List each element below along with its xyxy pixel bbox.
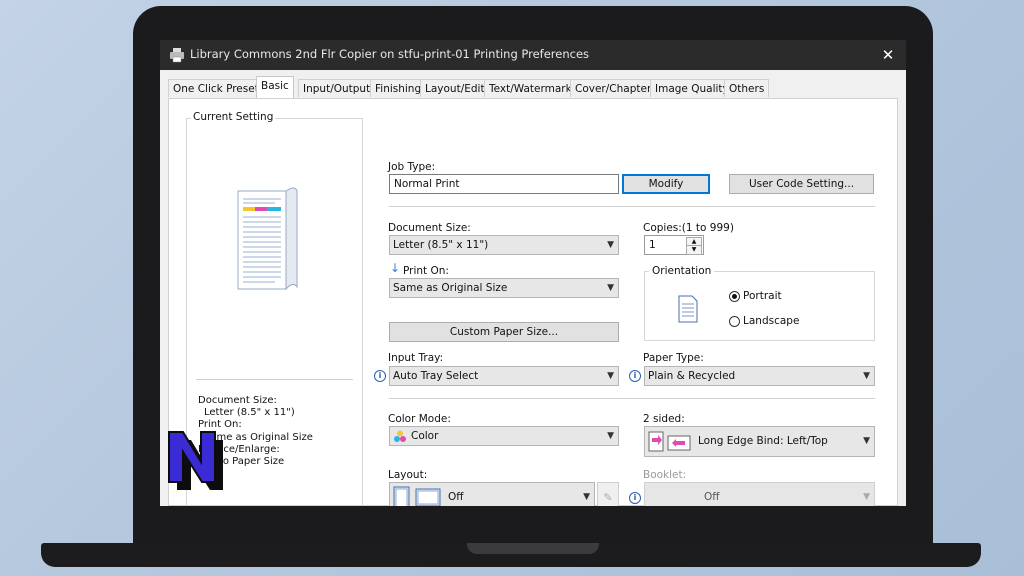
printing-preferences-window: Library Commons 2nd Flr Copier on stfu-p…	[160, 40, 906, 506]
landscape-label: Landscape	[743, 315, 800, 327]
current-setting-divider	[196, 379, 353, 380]
tab-text-watermark[interactable]: Text/Watermark	[484, 79, 577, 97]
section-divider	[389, 398, 875, 399]
layout-edit-button[interactable]: ✎	[597, 482, 619, 506]
tab-cover-chapter[interactable]: Cover/Chapter	[570, 79, 657, 97]
layout-pages-icon	[393, 486, 441, 506]
modify-button[interactable]: Modify	[622, 174, 710, 194]
document-size-value: Letter (8.5" x 11")	[393, 239, 489, 251]
chevron-down-icon: ▼	[863, 436, 870, 446]
paper-type-select[interactable]: Plain & Recycled ▼	[644, 366, 875, 386]
current-setting-line: Document Size:	[198, 395, 277, 406]
booklet-label: Booklet:	[643, 469, 687, 481]
layout-select[interactable]: Off ▼	[389, 482, 595, 506]
portrait-page-icon	[678, 295, 698, 323]
down-arrow-icon: ↓	[390, 261, 401, 275]
duplex-bind-icon	[648, 431, 691, 452]
color-mode-value: Color	[411, 430, 439, 442]
paper-type-label: Paper Type:	[643, 352, 704, 364]
custom-paper-size-button[interactable]: Custom Paper Size...	[389, 322, 619, 342]
tab-others[interactable]: Others	[724, 79, 770, 97]
booklet-value: Off	[704, 491, 720, 503]
channel-logo	[168, 431, 223, 490]
tab-layout-edit[interactable]: Layout/Edit	[420, 79, 490, 97]
input-tray-value: Auto Tray Select	[393, 370, 479, 382]
job-type-label: Job Type:	[388, 161, 436, 173]
chevron-down-icon: ▼	[607, 371, 614, 381]
booklet-select[interactable]: Off ▼	[644, 482, 875, 506]
printer-icon	[170, 48, 184, 63]
info-icon[interactable]: i	[374, 370, 386, 382]
basic-tab-panel: Current Setting Document Size: Letter (8…	[168, 98, 898, 506]
tab-input-output[interactable]: Input/Output	[298, 79, 376, 97]
chevron-down-icon: ▼	[583, 492, 590, 502]
tab-basic[interactable]: Basic	[256, 76, 294, 98]
two-sided-select[interactable]: Long Edge Bind: Left/Top ▼	[644, 426, 875, 457]
orientation-label: Orientation	[649, 265, 715, 277]
copies-stepper[interactable]: 1 ▲ ▼	[644, 235, 704, 255]
input-tray-select[interactable]: Auto Tray Select ▼	[389, 366, 619, 386]
paper-type-value: Plain & Recycled	[648, 370, 736, 382]
color-mode-select[interactable]: Color ▼	[389, 426, 619, 446]
document-size-select[interactable]: Letter (8.5" x 11") ▼	[389, 235, 619, 255]
chevron-down-icon: ▼	[607, 240, 614, 250]
current-setting-heading: Current Setting	[191, 111, 276, 123]
tab-finishing[interactable]: Finishing	[370, 79, 427, 97]
tab-strip: One Click Presets Basic Input/Output Fin…	[168, 76, 898, 98]
color-dots-icon	[394, 430, 406, 442]
window-title: Library Commons 2nd Flr Copier on stfu-p…	[190, 47, 590, 61]
chevron-down-icon: ▼	[607, 283, 614, 293]
title-bar: Library Commons 2nd Flr Copier on stfu-p…	[160, 40, 906, 70]
two-sided-value: Long Edge Bind: Left/Top	[698, 435, 828, 447]
copies-value: 1	[649, 239, 656, 251]
print-on-label: Print On:	[403, 265, 449, 277]
close-button[interactable]: ✕	[876, 43, 900, 67]
job-type-field[interactable]: Normal Print	[389, 174, 619, 194]
chevron-down-icon: ▼	[863, 492, 870, 502]
color-mode-label: Color Mode:	[388, 413, 451, 425]
user-code-setting-button[interactable]: User Code Setting...	[729, 174, 874, 194]
document-size-label: Document Size:	[388, 222, 471, 234]
tab-one-click-presets[interactable]: One Click Presets	[168, 79, 270, 97]
print-on-select[interactable]: Same as Original Size ▼	[389, 278, 619, 298]
layout-value: Off	[448, 491, 464, 503]
portrait-radio[interactable]	[729, 291, 740, 302]
current-setting-line: Letter (8.5" x 11")	[204, 407, 295, 418]
copies-label: Copies:(1 to 999)	[643, 222, 734, 234]
portrait-label: Portrait	[743, 290, 782, 302]
input-tray-label: Input Tray:	[388, 352, 444, 364]
chevron-down-icon: ▼	[607, 431, 614, 441]
document-preview-icon	[237, 187, 298, 291]
two-sided-label: 2 sided:	[643, 413, 685, 425]
section-divider	[389, 206, 875, 207]
tab-image-quality[interactable]: Image Quality	[650, 79, 734, 97]
landscape-radio[interactable]	[729, 316, 740, 327]
laptop-notch	[467, 543, 599, 554]
info-icon[interactable]: i	[629, 370, 641, 382]
current-setting-line: Print On:	[198, 419, 242, 430]
stepper-down-icon[interactable]: ▼	[686, 245, 702, 255]
info-icon[interactable]: i	[629, 492, 641, 504]
print-on-value: Same as Original Size	[393, 282, 508, 294]
layout-label: Layout:	[388, 469, 428, 481]
chevron-down-icon: ▼	[863, 371, 870, 381]
